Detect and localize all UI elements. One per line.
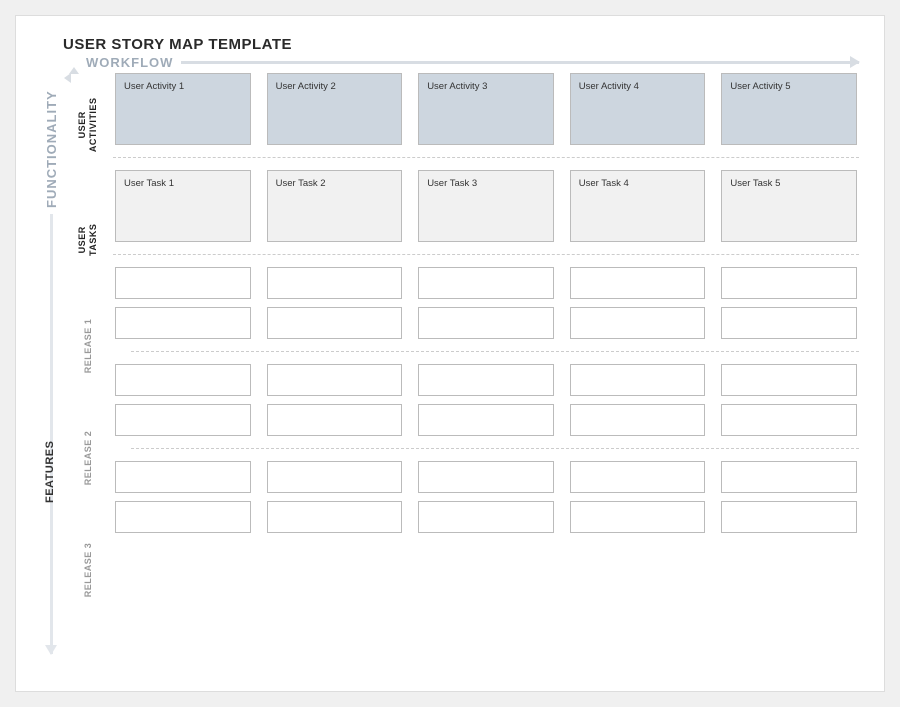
release-1-row-a [113,267,859,299]
feature-card[interactable] [570,404,706,436]
activity-card[interactable]: User Activity 3 [418,73,554,145]
task-card[interactable]: User Task 2 [267,170,403,242]
workflow-label: WORKFLOW [86,55,173,70]
feature-card[interactable] [115,267,251,299]
release-3-label: RELEASE 3 [83,530,93,610]
feature-card[interactable] [570,364,706,396]
feature-card[interactable] [115,501,251,533]
feature-card[interactable] [267,461,403,493]
feature-card[interactable] [570,461,706,493]
page-title: USER STORY MAP TEMPLATE [63,36,859,53]
user-activities-label: USERACTIVITIES [77,85,99,165]
release-1-row-b [113,307,859,339]
functionality-axis: FUNCTIONALITY FEATURES [41,73,63,665]
divider [113,157,859,158]
divider [113,254,859,255]
feature-card[interactable] [418,307,554,339]
feature-card[interactable] [115,404,251,436]
feature-card[interactable] [570,267,706,299]
feature-card[interactable] [267,267,403,299]
tasks-row: User Task 1 User Task 2 User Task 3 User… [113,170,859,242]
feature-card[interactable] [418,267,554,299]
cards-grid: User Activity 1 User Activity 2 User Act… [113,73,859,665]
feature-card[interactable] [721,501,857,533]
feature-card[interactable] [418,364,554,396]
feature-card[interactable] [721,267,857,299]
feature-card[interactable] [570,501,706,533]
feature-card[interactable] [721,461,857,493]
divider [131,351,859,352]
feature-card[interactable] [267,501,403,533]
feature-card[interactable] [267,307,403,339]
workflow-axis: WORKFLOW [86,55,859,70]
main-grid: FUNCTIONALITY FEATURES USERACTIVITIES US… [41,73,859,665]
feature-card[interactable] [267,404,403,436]
release-2-row-a [113,364,859,396]
functionality-arrow-icon [50,214,53,654]
feature-card[interactable] [570,307,706,339]
activity-card[interactable]: User Activity 5 [721,73,857,145]
release-3-row-b [113,501,859,533]
release-3-row-a [113,461,859,493]
section-labels-column: USERACTIVITIES USERTASKS RELEASE 1 RELEA… [63,73,113,665]
feature-card[interactable] [418,404,554,436]
feature-card[interactable] [721,307,857,339]
task-card[interactable]: User Task 1 [115,170,251,242]
release-1-label: RELEASE 1 [83,306,93,386]
feature-card[interactable] [115,307,251,339]
workflow-arrow-icon [181,61,859,64]
feature-card[interactable] [267,364,403,396]
page-container: USER STORY MAP TEMPLATE WORKFLOW FUNCTIO… [15,15,885,692]
functionality-label: FUNCTIONALITY [44,90,59,208]
features-label: FEATURES [44,441,56,503]
feature-card[interactable] [721,364,857,396]
release-2-row-b [113,404,859,436]
release-2-label: RELEASE 2 [83,418,93,498]
divider [131,448,859,449]
feature-card[interactable] [115,461,251,493]
feature-card[interactable] [418,461,554,493]
user-tasks-label: USERTASKS [77,200,99,280]
activities-row: User Activity 1 User Activity 2 User Act… [113,73,859,145]
feature-card[interactable] [115,364,251,396]
feature-card[interactable] [721,404,857,436]
activity-card[interactable]: User Activity 2 [267,73,403,145]
feature-card[interactable] [418,501,554,533]
activity-card[interactable]: User Activity 1 [115,73,251,145]
task-card[interactable]: User Task 5 [721,170,857,242]
task-card[interactable]: User Task 3 [418,170,554,242]
activity-card[interactable]: User Activity 4 [570,73,706,145]
task-card[interactable]: User Task 4 [570,170,706,242]
